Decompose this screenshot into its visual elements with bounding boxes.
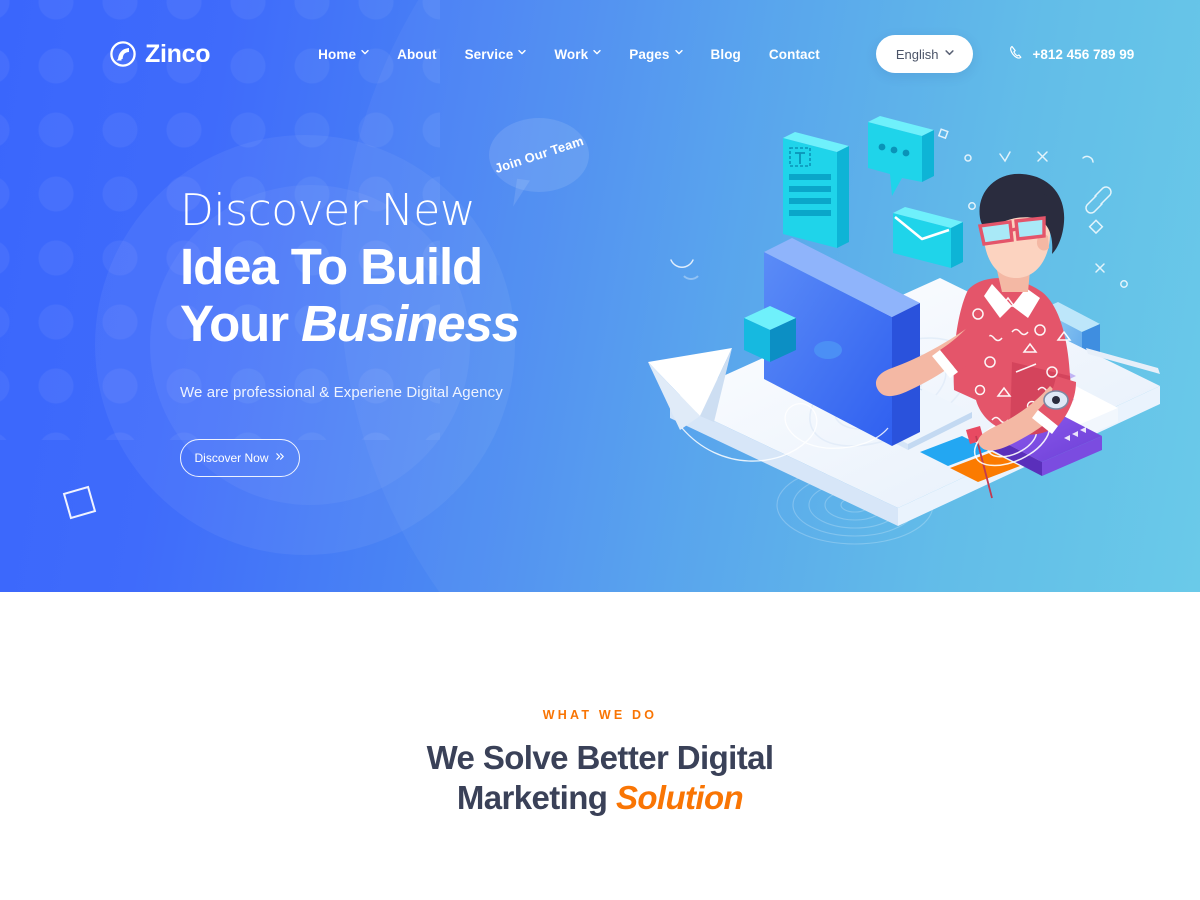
nav-item-contact[interactable]: Contact: [769, 47, 820, 62]
nav-item-label: Contact: [768, 46, 820, 62]
hero-decor-square-outline: [62, 485, 97, 520]
speech-bubble-tail-icon: [513, 178, 537, 210]
hero-heading-line3-plain: Your: [180, 294, 302, 352]
what-we-do-section: WHAT WE DO We Solve Better Digital Marke…: [0, 592, 1200, 900]
nav-item-label: Work: [554, 46, 589, 62]
join-our-team-label: Join Our Team: [492, 132, 586, 176]
nav-item-work[interactable]: Work: [554, 47, 601, 62]
language-selector-value: English: [895, 46, 939, 62]
nav-item-pages[interactable]: Pages: [629, 46, 683, 62]
section-title-line2: Marketing Solution: [0, 778, 1200, 818]
phone-icon: [1009, 45, 1024, 63]
section-kicker: WHAT WE DO: [542, 708, 658, 722]
chevron-down-icon: [361, 48, 369, 56]
discover-now-label: Discover Now: [194, 450, 269, 465]
discover-now-button[interactable]: Discover Now: [180, 438, 300, 477]
chevron-down-icon: [674, 48, 683, 56]
brand-name: Zinco: [145, 39, 211, 68]
section-title-line2-plain: Marketing: [456, 779, 616, 817]
nav-item-blog[interactable]: Blog: [711, 47, 741, 62]
rocket-badge-icon: [110, 41, 136, 67]
nav-item-service[interactable]: Service: [465, 47, 527, 62]
chevron-down-icon: [593, 48, 601, 56]
site-header: Zinco Home About Service Work Pages Blog…: [0, 0, 1200, 108]
brand-logo[interactable]: Zinco: [110, 40, 210, 69]
nav-item-label: Pages: [629, 46, 670, 62]
floating-chat-bubble-icon: [868, 116, 934, 196]
wristwatch: [1043, 390, 1069, 410]
hero-heading-line1: Discover New: [180, 185, 476, 236]
isometric-man-working-on-laptop-illustration: [648, 116, 1160, 526]
nav-item-label: About: [397, 46, 437, 62]
hero-heading-line2: Idea To Build: [180, 237, 483, 295]
hero-heading-line3-emphasis: Business: [301, 294, 520, 352]
section-title-accent: Solution: [615, 779, 744, 817]
double-chevron-right-icon: [275, 451, 286, 465]
nav-item-home[interactable]: Home: [318, 47, 369, 62]
what-we-do-heading-block: WHAT WE DO We Solve Better Digital Marke…: [0, 592, 1200, 819]
join-our-team-badge[interactable]: Join Our Team: [489, 118, 589, 210]
hero-heading-line3: Your Business: [180, 294, 520, 352]
hero-illustration: [640, 100, 1180, 540]
chevron-down-icon: [518, 48, 527, 56]
section-title-line1: We Solve Better Digital: [426, 739, 774, 776]
header-phone[interactable]: +812 456 789 99: [1009, 45, 1135, 63]
section-title: We Solve Better Digital Marketing Soluti…: [0, 738, 1200, 819]
language-selector[interactable]: English: [875, 35, 973, 73]
chevron-down-icon: [944, 48, 954, 56]
nav-item-label: Service: [464, 46, 514, 62]
speech-bubble-icon: Join Our Team: [489, 118, 589, 192]
nav-item-about[interactable]: About: [397, 47, 436, 62]
hero-section: Zinco Home About Service Work Pages Blog…: [0, 0, 1200, 592]
hero-copy: Discover New Idea To Build Your Business…: [180, 185, 520, 477]
hero-subtitle: We are professional & Experiene Digital …: [180, 383, 503, 401]
phone-number: +812 456 789 99: [1032, 46, 1135, 62]
main-navigation: Home About Service Work Pages Blog Conta…: [318, 47, 820, 62]
nav-item-label: Blog: [710, 46, 741, 62]
nav-item-label: Home: [318, 46, 357, 62]
